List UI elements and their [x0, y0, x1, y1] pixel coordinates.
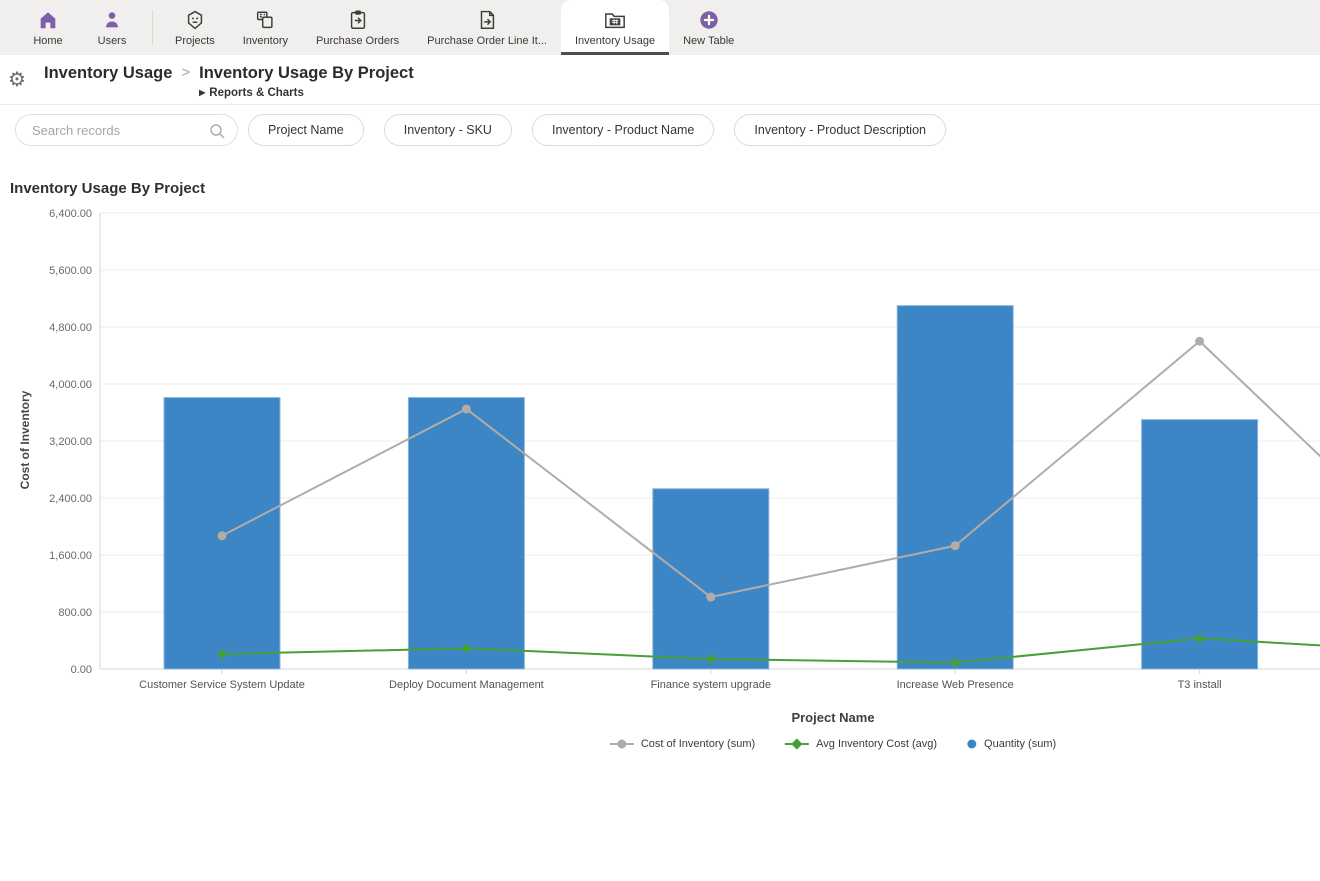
- breadcrumb: Inventory Usage > Inventory Usage By Pro…: [44, 61, 414, 102]
- x-tick-label: T3 install: [1178, 679, 1222, 691]
- x-tick-label: Increase Web Presence: [897, 679, 1014, 691]
- x-axis-title: Project Name: [791, 710, 874, 725]
- report-toolbar: ⚙ Inventory Usage > Inventory Usage By P…: [0, 55, 1320, 105]
- y-tick-label: 2,400.00: [49, 493, 92, 505]
- search-box: [15, 114, 238, 146]
- page-title: Inventory Usage By Project: [199, 61, 414, 85]
- search-icon: [209, 123, 225, 139]
- circle-marker[interactable]: [218, 531, 227, 540]
- filter-bar: Project Name Inventory - SKU Inventory - P…: [0, 105, 1320, 155]
- nav-tab-label: Inventory Usage: [575, 35, 655, 47]
- purchase-order-line-items-icon: [476, 8, 498, 32]
- legend-item-avg-inventory-cost-avg[interactable]: Avg Inventory Cost (avg): [785, 738, 937, 750]
- nav-tab-projects[interactable]: Projects: [161, 0, 229, 55]
- circle-marker[interactable]: [951, 541, 960, 550]
- nav-tab-users[interactable]: Users: [80, 0, 144, 55]
- y-tick-label: 4,800.00: [49, 322, 92, 334]
- purchase-orders-icon: [347, 8, 369, 32]
- filter-chip-inventory-product-description[interactable]: Inventory - Product Description: [734, 114, 946, 146]
- legend-item-quantity-sum[interactable]: Quantity (sum): [967, 738, 1056, 750]
- legend-item-cost-of-inventory-sum[interactable]: Cost of Inventory (sum): [610, 738, 755, 750]
- nav-tab-label: Home: [33, 35, 62, 47]
- bar-finance-system-upgrade[interactable]: [653, 489, 769, 669]
- bar-t3-install[interactable]: [1142, 420, 1258, 669]
- reports-and-charts-menu[interactable]: ▶Reports & Charts: [199, 85, 414, 102]
- nav-tab-label: Purchase Orders: [316, 35, 399, 47]
- nav-tab-label: New Table: [683, 35, 734, 47]
- legend-label: Cost of Inventory (sum): [641, 738, 755, 750]
- search-input[interactable]: [16, 115, 237, 145]
- bar-increase-web-presence[interactable]: [897, 306, 1013, 669]
- legend-label: Avg Inventory Cost (avg): [816, 738, 937, 750]
- chart-plot-area[interactable]: 0.00 800.00 1,600.00 2,400.00 3,200.00 4,000.…: [0, 205, 1320, 705]
- x-tick-label: Deploy Document Management: [389, 679, 544, 691]
- bar-deploy-document-management[interactable]: [408, 398, 524, 669]
- legend-label: Quantity (sum): [984, 738, 1056, 750]
- filter-chip-inventory-sku[interactable]: Inventory - SKU: [384, 114, 512, 146]
- filter-chip-inventory-product-name[interactable]: Inventory - Product Name: [532, 114, 714, 146]
- nav-tab-label: Projects: [175, 35, 215, 47]
- filter-chip-project-name[interactable]: Project Name: [248, 114, 364, 146]
- chart-title: Inventory Usage By Project: [10, 180, 205, 197]
- y-tick-label: 5,600.00: [49, 265, 92, 277]
- caret-right-icon: ▶: [199, 88, 205, 97]
- inventory-usage-icon: [603, 8, 627, 32]
- projects-icon: [184, 8, 206, 32]
- breadcrumb-table-link[interactable]: Inventory Usage: [44, 61, 172, 85]
- settings-gear-icon[interactable]: ⚙: [8, 67, 26, 92]
- field-chip-list: Project Name Inventory - SKU Inventory - P…: [248, 114, 946, 146]
- circle-marker[interactable]: [1195, 337, 1204, 346]
- legend-diamond-icon: [785, 739, 809, 749]
- circle-marker[interactable]: [706, 593, 715, 602]
- nav-tab-label: Users: [98, 35, 127, 47]
- nav-divider: [152, 10, 153, 45]
- chart-legend: Cost of Inventory (sum) Avg Inventory Cos…: [610, 738, 1056, 750]
- nav-tab-new-table[interactable]: New Table: [669, 0, 748, 55]
- new-table-icon: [698, 8, 720, 32]
- nav-tab-purchase-order-line-it[interactable]: Purchase Order Line It...: [413, 0, 561, 55]
- breadcrumb-separator-icon: >: [181, 61, 190, 85]
- legend-circle-icon: [610, 739, 634, 749]
- nav-tab-home[interactable]: Home: [16, 0, 80, 55]
- y-tick-label: 4,000.00: [49, 379, 92, 391]
- y-tick-label: 0.00: [71, 664, 92, 676]
- legend-dot-icon: [967, 739, 977, 749]
- y-tick-label: 3,200.00: [49, 436, 92, 448]
- app-table-bar: Home Users Projects Inventory Purchase O…: [0, 0, 1320, 55]
- nav-tab-inventory[interactable]: Inventory: [229, 0, 302, 55]
- users-icon: [101, 8, 123, 32]
- x-tick-label: Customer Service System Update: [139, 679, 305, 691]
- nav-tab-label: Inventory: [243, 35, 288, 47]
- nav-tab-purchase-orders[interactable]: Purchase Orders: [302, 0, 413, 55]
- circle-marker[interactable]: [462, 404, 471, 413]
- home-icon: [37, 8, 59, 32]
- inventory-icon: [254, 8, 276, 32]
- nav-tab-label: Purchase Order Line It...: [427, 35, 547, 47]
- y-tick-label: 1,600.00: [49, 550, 92, 562]
- x-tick-label: Finance system upgrade: [651, 679, 771, 691]
- nav-tab-inventory-usage[interactable]: Inventory Usage: [561, 0, 669, 55]
- y-tick-label: 6,400.00: [49, 208, 92, 220]
- y-tick-label: 800.00: [58, 607, 92, 619]
